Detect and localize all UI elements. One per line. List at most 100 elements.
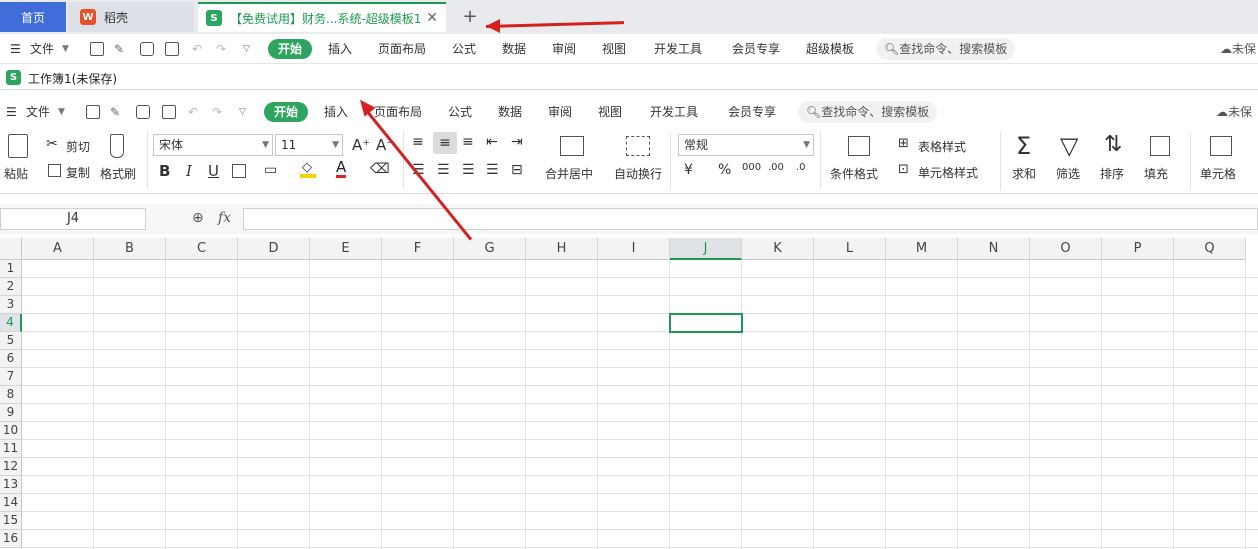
fx-icon[interactable]: fx [218, 210, 231, 226]
outer-tab-member[interactable]: 会员专享 [732, 34, 780, 64]
fill-icon[interactable] [1150, 136, 1170, 156]
column-header-p[interactable]: P [1102, 238, 1174, 260]
borders-icon[interactable] [232, 164, 246, 178]
align-bottom-icon[interactable]: ≡ [462, 134, 474, 150]
column-header-o[interactable]: O [1030, 238, 1102, 260]
row-header-11[interactable]: 11 [0, 440, 22, 458]
justify-icon[interactable]: ☰ [486, 162, 499, 178]
font-name-select[interactable]: 宋体 ▼ [153, 134, 273, 156]
distribute-icon[interactable]: ⊟ [511, 162, 523, 178]
cell-style-button[interactable]: 单元格样式 [918, 164, 978, 181]
merge-center-icon[interactable] [560, 136, 584, 156]
filter-button[interactable]: 筛选 [1056, 165, 1080, 182]
outer-cloud-status[interactable]: ☁未保 [1220, 34, 1256, 64]
row-header-2[interactable]: 2 [0, 278, 22, 296]
row-header-3[interactable]: 3 [0, 296, 22, 314]
tab-home[interactable]: 首页 [0, 2, 66, 32]
cell-fill-icon[interactable]: ▭ [264, 162, 277, 178]
zoom-icon[interactable]: ⊕ [192, 210, 204, 226]
row-header-12[interactable]: 12 [0, 458, 22, 476]
column-header-e[interactable]: E [310, 238, 382, 260]
conditional-format-button[interactable]: 条件格式 [830, 165, 878, 182]
percent-button[interactable]: % [718, 162, 731, 178]
number-format-select[interactable]: 常规 ▼ [678, 134, 814, 156]
inner-tab-start[interactable]: 开始 [264, 102, 309, 122]
print-preview-icon[interactable] [165, 42, 179, 56]
inner-tab-developer[interactable]: 开发工具 [650, 97, 698, 127]
font-size-select[interactable]: 11 ▼ [275, 134, 343, 156]
currency-button[interactable]: ¥ [684, 162, 693, 178]
align-center-icon[interactable]: ☰ [437, 162, 450, 178]
hamburger-icon[interactable]: ☰ [6, 97, 17, 127]
cell-button[interactable]: 单元格 [1200, 165, 1236, 182]
cell-icon[interactable] [1210, 136, 1232, 156]
column-header-a[interactable]: A [22, 238, 94, 260]
row-header-4[interactable]: 4 [0, 314, 22, 332]
column-header-j[interactable]: J [670, 238, 742, 260]
align-middle-icon[interactable]: ≡ [433, 132, 457, 154]
quick-access-dropdown-icon[interactable]: ▽ [239, 97, 246, 127]
formula-input[interactable] [243, 208, 1258, 230]
row-header-14[interactable]: 14 [0, 494, 22, 512]
column-header-k[interactable]: K [742, 238, 814, 260]
column-header-m[interactable]: M [886, 238, 958, 260]
copy-icon[interactable] [48, 164, 61, 177]
redo-icon[interactable]: ↷ [212, 97, 222, 127]
row-header-7[interactable]: 7 [0, 368, 22, 386]
outer-tab-start[interactable]: 开始 [268, 39, 313, 59]
cut-button[interactable]: 剪切 [66, 138, 90, 155]
inner-search-box[interactable]: 🔍︎查找命令、搜索模板 [798, 101, 938, 123]
inner-tab-page-layout[interactable]: 页面布局 [374, 97, 422, 127]
row-header-1[interactable]: 1 [0, 260, 22, 278]
merge-center-button[interactable]: 合并居中 [545, 165, 593, 182]
quick-access-dropdown-icon[interactable]: ▽ [243, 34, 250, 64]
row-header-15[interactable]: 15 [0, 512, 22, 530]
table-style-button[interactable]: 表格样式 [918, 138, 966, 155]
outer-tab-view[interactable]: 视图 [602, 34, 626, 64]
format-painter-icon[interactable]: ✎ [110, 97, 120, 127]
scissors-icon[interactable]: ✂ [46, 136, 58, 152]
select-all-corner[interactable] [0, 238, 22, 260]
outer-tab-super-template[interactable]: 超级模板 [806, 34, 854, 64]
inner-file-menu[interactable]: 文件 [26, 97, 50, 127]
italic-button[interactable]: I [186, 162, 192, 180]
sort-icon[interactable]: ⇅ [1104, 132, 1122, 157]
name-box[interactable]: J4 [0, 208, 146, 230]
format-painter-icon[interactable]: ✎ [114, 34, 124, 64]
undo-icon[interactable]: ↶ [192, 34, 202, 64]
increase-font-icon[interactable]: A⁺ [352, 136, 370, 154]
outer-tab-review[interactable]: 审阅 [552, 34, 576, 64]
outer-tab-insert[interactable]: 插入 [328, 34, 352, 64]
redo-icon[interactable]: ↷ [216, 34, 226, 64]
align-right-icon[interactable]: ☰ [462, 162, 475, 178]
copy-button[interactable]: 复制 [66, 164, 90, 181]
column-header-i[interactable]: I [598, 238, 670, 260]
column-header-l[interactable]: L [814, 238, 886, 260]
outer-tab-page-layout[interactable]: 页面布局 [378, 34, 426, 64]
column-header-c[interactable]: C [166, 238, 238, 260]
row-header-8[interactable]: 8 [0, 386, 22, 404]
wrap-text-icon[interactable] [626, 136, 650, 156]
decrease-decimal-button[interactable]: .0 [796, 162, 806, 173]
outer-tab-data[interactable]: 数据 [502, 34, 526, 64]
inner-tab-review[interactable]: 审阅 [548, 97, 572, 127]
row-header-5[interactable]: 5 [0, 332, 22, 350]
eraser-icon[interactable]: ⌫ [370, 161, 390, 177]
format-brush-icon[interactable] [110, 134, 124, 158]
outer-file-menu[interactable]: 文件 [30, 34, 54, 64]
outer-tab-developer[interactable]: 开发工具 [654, 34, 702, 64]
row-header-6[interactable]: 6 [0, 350, 22, 368]
inner-cloud-status[interactable]: ☁未保 [1216, 97, 1252, 127]
sum-button[interactable]: 求和 [1012, 165, 1036, 182]
outer-tab-formula[interactable]: 公式 [452, 34, 476, 64]
column-header-f[interactable]: F [382, 238, 454, 260]
filter-icon[interactable]: ▽ [1060, 132, 1078, 160]
column-header-h[interactable]: H [526, 238, 598, 260]
inner-tab-formula[interactable]: 公式 [448, 97, 472, 127]
print-icon[interactable] [136, 105, 150, 119]
print-icon[interactable] [140, 42, 154, 56]
underline-button[interactable]: U [208, 162, 219, 180]
bold-button[interactable]: B [159, 162, 170, 180]
hamburger-icon[interactable]: ☰ [10, 34, 21, 64]
align-top-icon[interactable]: ≡ [412, 134, 424, 150]
